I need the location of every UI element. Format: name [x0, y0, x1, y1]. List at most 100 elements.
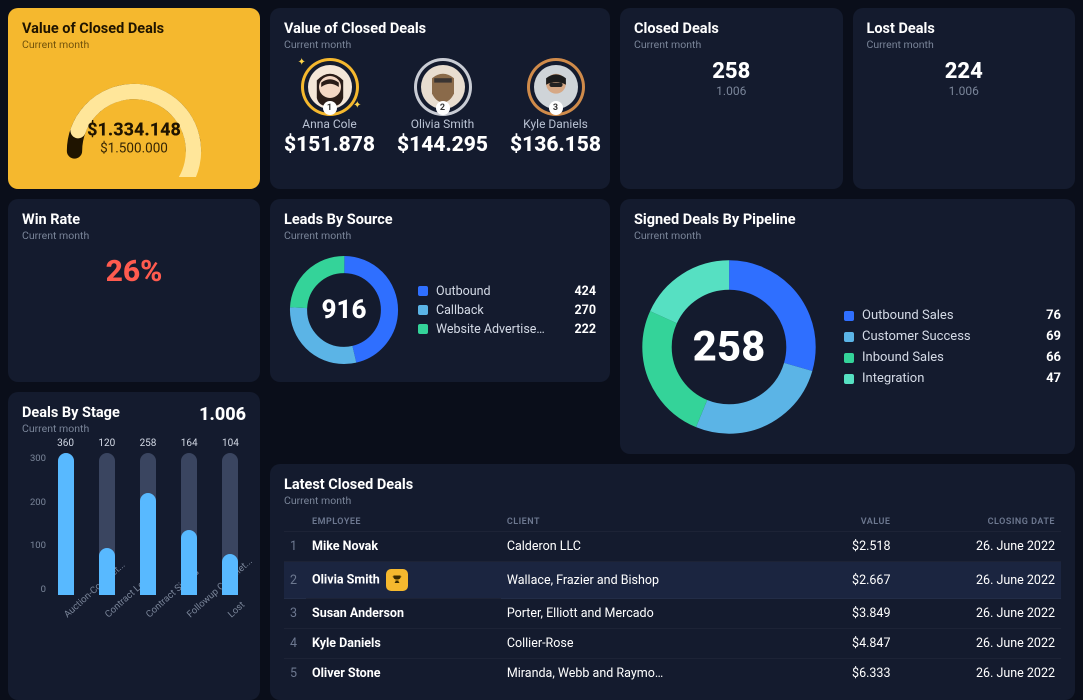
legend-item[interactable]: Outbound 424 — [418, 282, 596, 301]
win-rate-card[interactable]: Win Rate Current month 26% — [8, 199, 260, 382]
row-date: 26. June 2022 — [896, 532, 1061, 562]
signed-deals-card[interactable]: Signed Deals By Pipeline Current month 2… — [620, 199, 1075, 454]
legend-value: 69 — [1046, 329, 1061, 344]
stat-sub: 1.006 — [634, 84, 829, 98]
legend-item[interactable]: Integration 47 — [844, 368, 1061, 389]
row-date: 26. June 2022 — [896, 659, 1061, 689]
deals-by-stage-card[interactable]: Deals By Stage Current month 1.006 30020… — [8, 392, 260, 700]
legend-swatch — [844, 311, 854, 321]
legend-item[interactable]: Outbound Sales76 — [844, 305, 1061, 326]
card-title: Value of Closed Deals — [22, 20, 246, 37]
gauge-max: $1.500.000 — [87, 140, 181, 156]
deals-table: EMPLOYEE CLIENT VALUE CLOSING DATE 1Mike… — [284, 513, 1061, 688]
legend-item[interactable]: Website Advertise… 222 — [418, 320, 596, 339]
signed-donut-chart: 258 — [634, 252, 824, 442]
card-subtitle: Current month — [22, 38, 246, 51]
legend-value: 47 — [1046, 371, 1061, 386]
performer-value: $151.878 — [284, 133, 375, 157]
rank-badge: 3 — [549, 101, 563, 115]
col-value: VALUE — [805, 513, 896, 532]
stage-bar[interactable]: 120Contract Lost — [91, 453, 122, 623]
value-closed-gauge-card[interactable]: Value of Closed Deals Current month $1.3… — [8, 8, 260, 189]
bar-value: 360 — [57, 438, 74, 449]
row-index: 2 — [284, 562, 306, 599]
table-row[interactable]: 1Mike NovakCalderon LLC$2.51826. June 20… — [284, 532, 1061, 562]
latest-closed-deals-card[interactable]: Latest Closed Deals Current month EMPLOY… — [270, 464, 1075, 700]
card-title: Closed Deals — [634, 20, 829, 37]
stage-bar[interactable]: 164Followup Complet... — [174, 453, 205, 623]
row-employee: Mike Novak — [306, 532, 501, 562]
legend-item[interactable]: Customer Success 69 — [844, 326, 1061, 347]
performer-item[interactable]: ✦✦1 Anna Cole $151.878 — [284, 61, 375, 157]
row-date: 26. June 2022 — [896, 629, 1061, 659]
performer-name: Anna Cole — [284, 117, 375, 131]
row-value: $6.333 — [805, 659, 896, 689]
avatar: ✦✦1 — [304, 61, 356, 113]
col-date: CLOSING DATE — [896, 513, 1061, 532]
legend-label: Integration — [862, 371, 1036, 386]
bar-value: 104 — [222, 438, 239, 449]
card-subtitle: Current month — [284, 229, 596, 242]
stage-bar[interactable]: 360Auction-Complet... — [50, 453, 81, 623]
performer-value: $136.158 — [510, 133, 601, 157]
performer-item[interactable]: 3 Kyle Daniels $136.158 — [510, 61, 601, 157]
legend-label: Outbound — [436, 284, 564, 299]
bar-value: 164 — [181, 438, 198, 449]
rank-badge: 2 — [436, 101, 450, 115]
table-row[interactable]: 2Olivia SmithWallace, Frazier and Bishop… — [284, 562, 1061, 599]
leads-donut-chart: 916 — [284, 250, 404, 370]
col-employee: EMPLOYEE — [306, 513, 501, 532]
card-title: Latest Closed Deals — [284, 476, 1061, 493]
legend-label: Website Advertise… — [436, 322, 564, 337]
legend-value: 76 — [1046, 308, 1061, 323]
card-subtitle: Current month — [634, 38, 829, 51]
y-tick: 200 — [30, 497, 46, 508]
legend-swatch — [418, 286, 428, 296]
row-index: 3 — [284, 599, 306, 629]
row-date: 26. June 2022 — [896, 599, 1061, 629]
table-row[interactable]: 3Susan AndersonPorter, Elliott and Merca… — [284, 599, 1061, 629]
bar-label: Lost — [226, 600, 247, 621]
stage-bar[interactable]: 104Lost — [215, 453, 246, 623]
leads-by-source-card[interactable]: Leads By Source Current month 916 Outbou… — [270, 199, 610, 382]
card-title: Signed Deals By Pipeline — [634, 211, 1061, 228]
top-performers-card[interactable]: Value of Closed Deals Current month ✦✦1 A… — [270, 8, 610, 189]
bar-value: 258 — [140, 438, 157, 449]
row-client: Porter, Elliott and Mercado — [501, 599, 805, 629]
card-title: Lost Deals — [867, 20, 1062, 37]
legend-value: 270 — [574, 303, 596, 318]
card-title: Value of Closed Deals — [284, 20, 596, 37]
legend-value: 66 — [1046, 350, 1061, 365]
row-value: $4.847 — [805, 629, 896, 659]
legend-label: Customer Success — [862, 329, 1036, 344]
legend-label: Inbound Sales — [862, 350, 1036, 365]
performer-name: Kyle Daniels — [510, 117, 601, 131]
performer-value: $144.295 — [397, 133, 488, 157]
legend-item[interactable]: Callback270 — [418, 301, 596, 320]
table-row[interactable]: 4Kyle DanielsCollier-Rose$4.84726. June … — [284, 629, 1061, 659]
row-employee: Kyle Daniels — [306, 629, 501, 659]
legend-swatch — [844, 332, 854, 342]
row-index: 4 — [284, 629, 306, 659]
stat-value: 258 — [634, 59, 829, 84]
stat-value: 224 — [867, 59, 1062, 84]
closed-deals-card[interactable]: Closed Deals Current month 258 1.006 — [620, 8, 843, 189]
card-subtitle: Current month — [867, 38, 1062, 51]
legend-item[interactable]: Inbound Sales 66 — [844, 347, 1061, 368]
legend-swatch — [844, 374, 854, 384]
legend-value: 424 — [574, 284, 596, 299]
card-title: Win Rate — [22, 211, 246, 228]
row-index: 1 — [284, 532, 306, 562]
card-subtitle: Current month — [284, 494, 1061, 507]
stage-bar[interactable]: 258Contract Signed — [132, 453, 163, 623]
card-subtitle: Current month — [284, 38, 596, 51]
table-row[interactable]: 5Oliver StoneMiranda, Webb and Raymo…$6.… — [284, 659, 1061, 689]
legend-swatch — [844, 353, 854, 363]
trophy-icon — [386, 569, 408, 591]
y-tick: 100 — [30, 540, 46, 551]
performer-item[interactable]: 2Olivia Smith$144.295 — [397, 61, 488, 157]
lost-deals-card[interactable]: Lost Deals Current month 224 1.006 — [853, 8, 1076, 189]
row-employee: Oliver Stone — [306, 659, 501, 689]
rank-badge: 1 — [323, 101, 337, 115]
legend-value: 222 — [574, 322, 596, 337]
